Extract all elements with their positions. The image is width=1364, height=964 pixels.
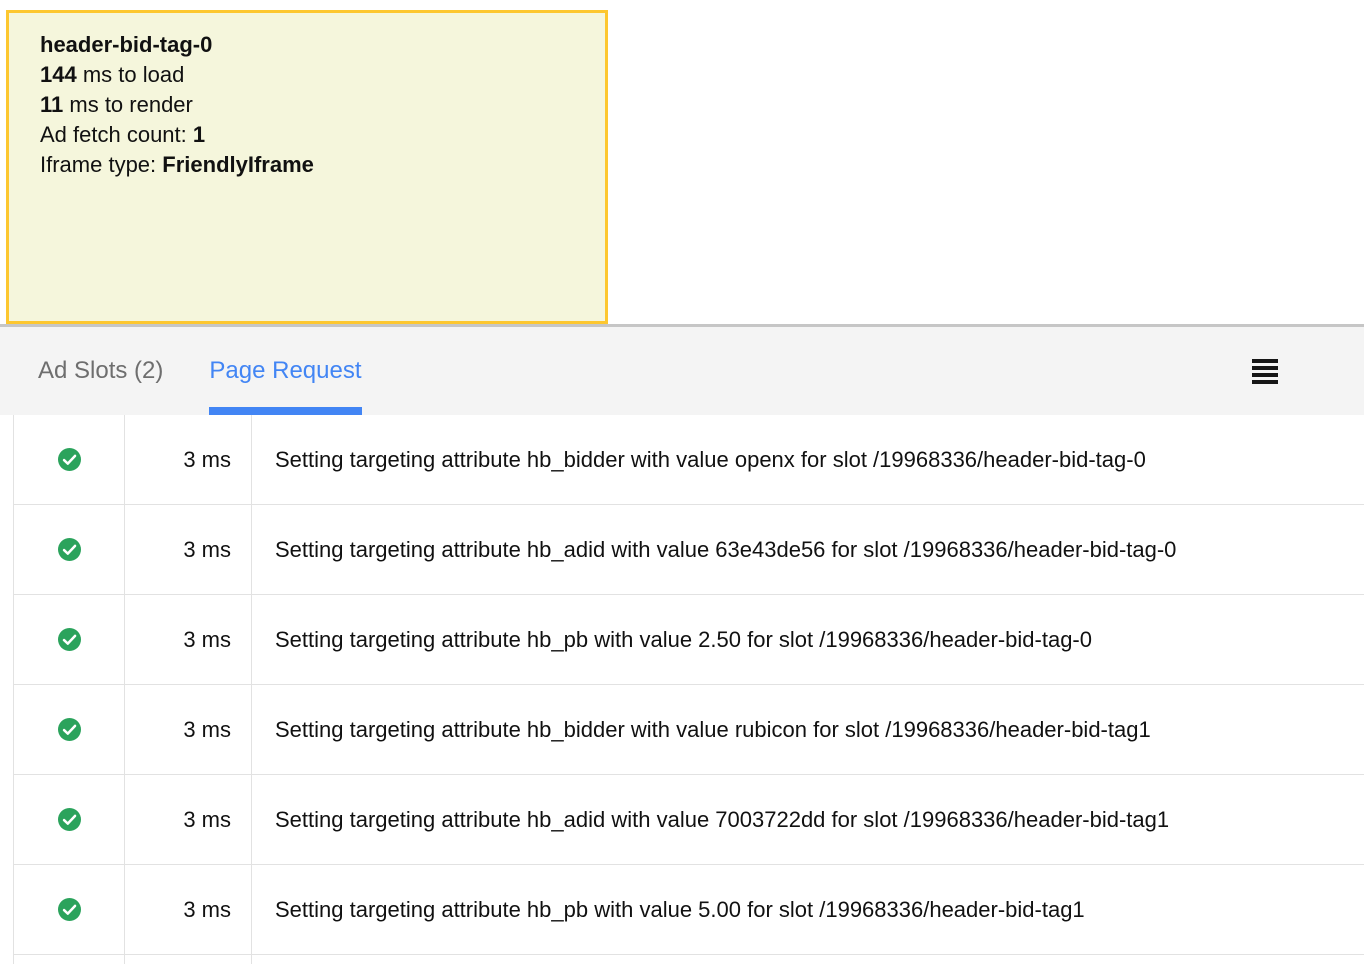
log-message: Setting targeting attribute hb_adid with… [251,505,1364,594]
success-check-icon [58,448,81,471]
ad-fetch-count-value: 1 [193,122,205,147]
log-time: 3 ms [124,775,251,864]
render-time-line: 11 ms to render [40,90,587,120]
load-time-label: ms to load [77,62,185,87]
success-check-icon [58,718,81,741]
table-row: 3 ms Setting targeting attribute hb_bidd… [14,685,1364,775]
tab-ad-slots[interactable]: Ad Slots (2) [38,327,163,415]
log-message: Setting targeting attribute hb_pb with v… [251,865,1364,954]
log-message: Setting targeting attribute hb_adid with… [251,775,1364,864]
success-check-icon [58,808,81,831]
publisher-console-panel: Ad Slots (2) Page Request 3 ms Setting t… [0,324,1364,964]
log-message: Setting targeting attribute hb_bidder wi… [251,685,1364,774]
log-time: 3 ms [124,685,251,774]
load-time-value: 144 [40,62,77,87]
status-cell [14,865,124,954]
success-check-icon [58,628,81,651]
ad-fetch-count-label: Ad fetch count: [40,122,193,147]
console-tab-bar: Ad Slots (2) Page Request [0,327,1364,415]
table-row-partial [14,955,1364,964]
render-time-value: 11 [40,92,63,117]
tab-page-request-label: Page Request [209,357,361,385]
iframe-type-label: Iframe type: [40,152,162,177]
table-row: 3 ms Setting targeting attribute hb_adid… [14,505,1364,595]
tab-page-request[interactable]: Page Request [209,327,361,415]
log-time: 3 ms [124,595,251,684]
list-menu-icon [1252,359,1278,363]
log-view-toggle-button[interactable] [1252,359,1278,384]
status-cell [14,685,124,774]
table-row: 3 ms Setting targeting attribute hb_pb w… [14,595,1364,685]
log-message: Setting targeting attribute hb_bidder wi… [251,415,1364,504]
page-request-log-table: 3 ms Setting targeting attribute hb_bidd… [13,415,1364,964]
slot-info-overlay: header-bid-tag-0 144 ms to load 11 ms to… [6,10,608,324]
table-row: 3 ms Setting targeting attribute hb_pb w… [14,865,1364,955]
log-time: 3 ms [124,865,251,954]
log-time: 3 ms [124,505,251,594]
status-cell [14,415,124,504]
iframe-type-line: Iframe type: FriendlyIframe [40,150,587,180]
success-check-icon [58,538,81,561]
iframe-type-value: FriendlyIframe [162,152,314,177]
render-time-label: ms to render [63,92,193,117]
table-row: 3 ms Setting targeting attribute hb_bidd… [14,415,1364,505]
slot-title: header-bid-tag-0 [40,30,587,60]
status-cell [14,775,124,864]
log-time: 3 ms [124,415,251,504]
status-cell [14,595,124,684]
load-time-line: 144 ms to load [40,60,587,90]
table-row: 3 ms Setting targeting attribute hb_adid… [14,775,1364,865]
ad-fetch-count-line: Ad fetch count: 1 [40,120,587,150]
status-cell [14,505,124,594]
tab-ad-slots-label: Ad Slots (2) [38,357,163,385]
log-message: Setting targeting attribute hb_pb with v… [251,595,1364,684]
success-check-icon [58,898,81,921]
